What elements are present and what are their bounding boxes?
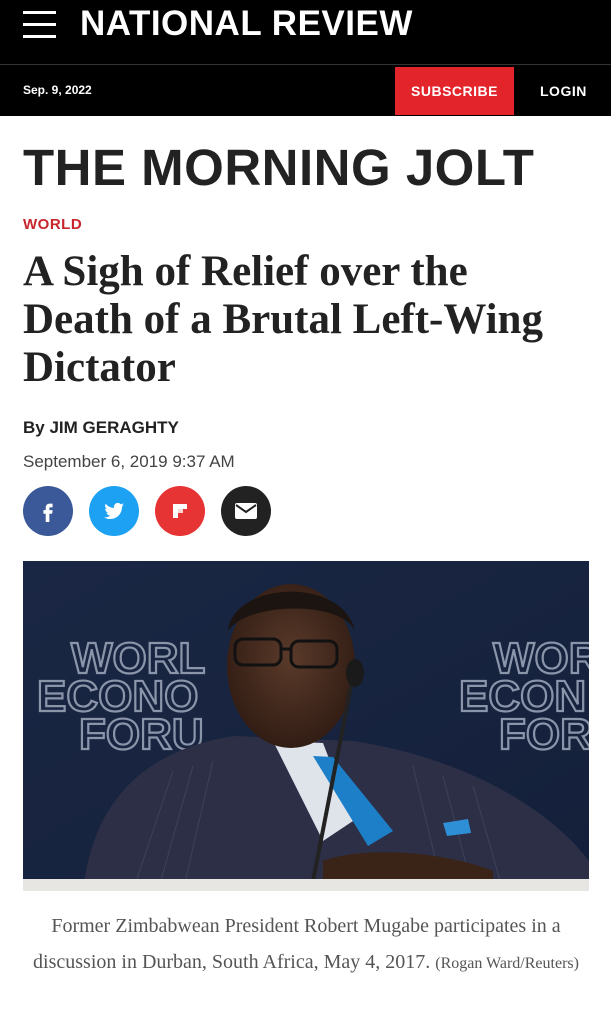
byline: By JIM GERAGHTY: [23, 418, 179, 438]
twitter-icon: [104, 502, 124, 520]
author-link[interactable]: JIM GERAGHTY: [49, 418, 178, 437]
publish-date: September 6, 2019 9:37 AM: [23, 452, 235, 471]
top-navigation-bar: NATIONAL REVIEW: [0, 0, 611, 64]
article-headline: A Sigh of Relief over the Death of a Bru…: [23, 248, 543, 391]
section-title[interactable]: THE MORNING JOLT: [23, 140, 534, 196]
email-share-button[interactable]: [221, 486, 271, 536]
category-link[interactable]: WORLD: [23, 216, 82, 233]
image-caption: Former Zimbabwean President Robert Mugab…: [23, 908, 589, 982]
hero-photo: WORL ECONO FORU WOR ECON FOR: [23, 561, 589, 891]
article-hero-image: WORL ECONO FORU WOR ECON FOR: [23, 561, 589, 891]
byline-prefix: By: [23, 418, 45, 437]
facebook-share-button[interactable]: [23, 486, 73, 536]
flipboard-share-button[interactable]: [155, 486, 205, 536]
facebook-icon: [43, 503, 53, 522]
backdrop-text-right-3: FOR: [499, 710, 589, 759]
current-date: Sep. 9, 2022: [23, 83, 92, 97]
email-icon: [235, 503, 257, 519]
photo-credit: (Rogan Ward/Reuters): [435, 955, 579, 972]
login-link[interactable]: LOGIN: [540, 83, 587, 99]
hamburger-menu-icon[interactable]: [23, 9, 56, 40]
flipboard-icon: [173, 504, 187, 518]
site-logo[interactable]: NATIONAL REVIEW: [80, 4, 413, 44]
twitter-share-button[interactable]: [89, 486, 139, 536]
subscribe-button[interactable]: SUBSCRIBE: [395, 67, 514, 115]
account-bar: Sep. 9, 2022 SUBSCRIBE LOGIN: [0, 64, 611, 116]
